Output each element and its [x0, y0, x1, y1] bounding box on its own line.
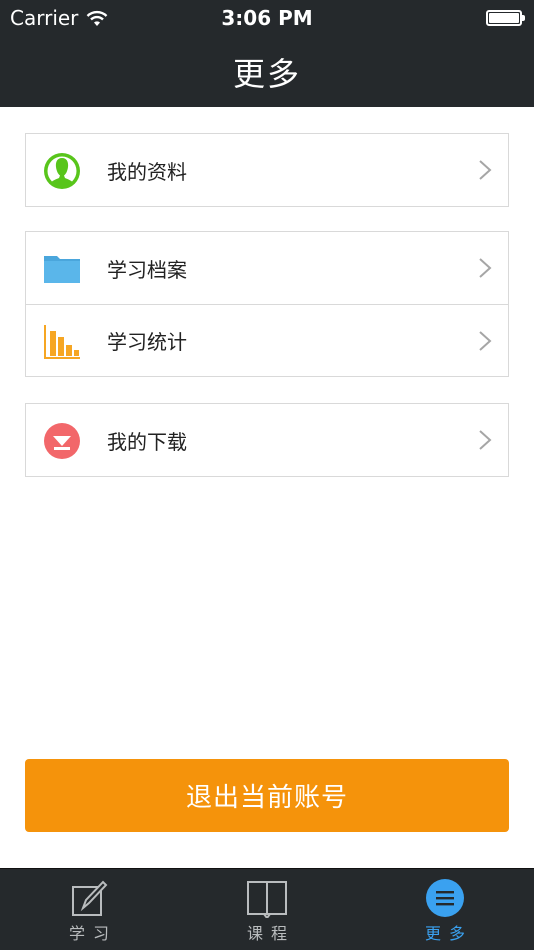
- menu-item-archive[interactable]: 学习档案: [26, 232, 508, 304]
- pencil-square-icon: [72, 880, 108, 916]
- chevron-right-icon: [479, 430, 492, 450]
- menu-group-study: 学习档案 学习统计: [25, 231, 509, 377]
- menu-item-label: 我的资料: [107, 159, 187, 184]
- chevron-right-icon: [479, 331, 492, 351]
- bar-chart-icon: [44, 325, 80, 359]
- status-time: 3:06 PM: [221, 6, 313, 30]
- folder-icon: [44, 256, 80, 283]
- tab-label: 学习: [68, 924, 117, 943]
- menu-group-downloads: 我的下载: [25, 403, 509, 477]
- menu-item-label: 学习档案: [107, 257, 187, 282]
- tab-courses[interactable]: 课程: [178, 869, 356, 950]
- menu-item-label: 学习统计: [107, 330, 187, 354]
- tab-label: 更多: [424, 924, 473, 943]
- tab-label: 课程: [246, 924, 295, 943]
- menu-group-profile: 我的资料: [25, 133, 509, 207]
- logout-button[interactable]: 退出当前账号: [25, 759, 509, 832]
- menu-item-profile[interactable]: 我的资料: [26, 134, 508, 206]
- menu-item-downloads[interactable]: 我的下载: [26, 404, 508, 476]
- tab-bar: 学习 课程 更多: [0, 868, 534, 950]
- download-arrow-icon: [44, 423, 80, 459]
- menu-lines-icon: [426, 879, 464, 917]
- tab-more[interactable]: 更多: [356, 869, 534, 950]
- user-avatar-icon: [44, 153, 80, 189]
- tab-study[interactable]: 学习: [0, 869, 178, 950]
- chevron-right-icon: [479, 160, 492, 180]
- menu-item-label: 我的下载: [107, 429, 187, 454]
- chevron-right-icon: [479, 258, 492, 278]
- navigation-bar: 更多: [0, 36, 534, 107]
- open-book-icon: [247, 881, 287, 918]
- menu-item-stats[interactable]: 学习统计: [26, 304, 508, 376]
- battery-icon: [486, 10, 525, 26]
- page-title: 更多: [232, 54, 301, 93]
- status-bar: Carrier 3:06 PM: [0, 0, 534, 36]
